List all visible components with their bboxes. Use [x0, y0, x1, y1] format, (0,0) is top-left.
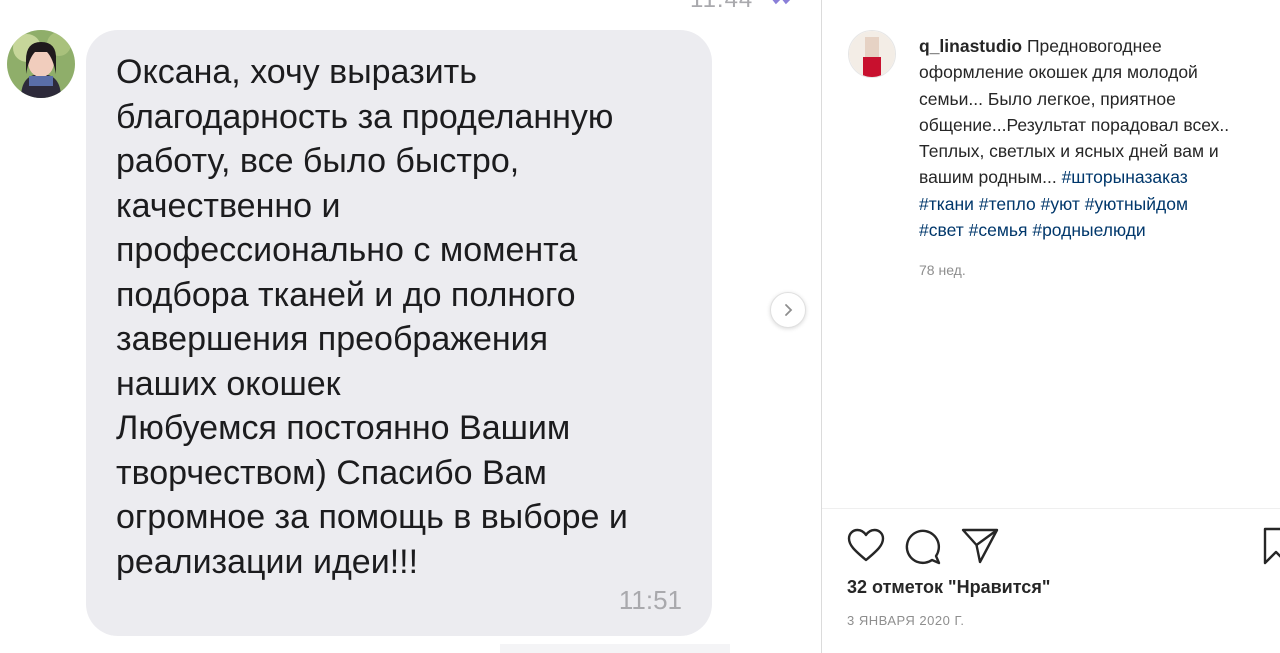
- heart-icon: [847, 528, 885, 562]
- next-slide-button[interactable]: [770, 292, 806, 328]
- message-time: 11:51: [618, 585, 682, 615]
- caption-text: Теплых, светлых и ясных дней вам и: [919, 141, 1219, 162]
- read-receipt-icon: [772, 0, 791, 5]
- share-icon: [961, 528, 999, 564]
- message-line: завершения преображения: [116, 320, 549, 358]
- comment-button[interactable]: [903, 526, 943, 566]
- hashtag-link[interactable]: #тепло: [979, 194, 1036, 214]
- post-date: 3 ЯНВАРЯ 2020 Г.: [847, 613, 965, 628]
- hashtag-link[interactable]: #ткани: [919, 194, 974, 214]
- hashtag-link[interactable]: #свет: [919, 220, 964, 240]
- sender-avatar: [7, 30, 75, 98]
- message-line: Любуемся постоянно Вашим: [116, 409, 571, 447]
- hashtag-link[interactable]: #семья: [969, 220, 1028, 240]
- share-button[interactable]: [960, 526, 1000, 566]
- message-bubble: Оксана, хочу выразить благодарность за п…: [86, 30, 712, 636]
- hashtag-link[interactable]: #шторыназаказ: [1062, 167, 1188, 187]
- comment-icon: [905, 529, 941, 565]
- previous-message-time: 11:44: [690, 0, 753, 14]
- save-button[interactable]: [1256, 526, 1280, 566]
- message-line: профессионально с момента: [116, 231, 578, 269]
- caption-text: Предновогоднее: [1026, 36, 1162, 56]
- hashtag-link[interactable]: #уют: [1041, 194, 1080, 214]
- likes-count[interactable]: 32 отметок "Нравится": [847, 577, 1050, 598]
- chat-screenshot: 11:44 Оксана, хочу выразить благодарност…: [0, 0, 820, 653]
- message-line: подбора тканей и до полного: [116, 275, 576, 314]
- message-line: наших окошек: [116, 364, 341, 403]
- profile-avatar[interactable]: [848, 30, 896, 78]
- message-line: реализации идеи!!!: [116, 542, 419, 581]
- bookmark-icon: [1263, 527, 1280, 565]
- hashtag-link[interactable]: #родныелюди: [1032, 220, 1145, 240]
- post-age[interactable]: 78 нед.: [919, 262, 966, 278]
- message-text: Оксана, хочу выразить благодарность за п…: [116, 50, 692, 584]
- message-line: работу, все было быстро,: [116, 142, 520, 180]
- chevron-right-icon: [785, 304, 793, 316]
- like-button[interactable]: [846, 526, 886, 566]
- message-line: огромное за помощь в выборе и: [116, 498, 628, 536]
- message-line: Оксана, хочу выразить: [116, 53, 477, 91]
- caption-text: семьи... Было легкое, приятное: [919, 88, 1176, 109]
- caption-text: общение...Результат порадовал всех..: [919, 114, 1230, 135]
- message-line: творчеством) Спасибо Вам: [116, 453, 547, 492]
- message-line: качественно и: [116, 186, 341, 225]
- message-line: благодарность за проделанную: [116, 97, 614, 136]
- caption-text: вашим родным...: [919, 167, 1062, 188]
- hashtag-link[interactable]: #уютныйдом: [1085, 194, 1188, 214]
- post-side-panel: q_linastudio Предновогоднее оформление о…: [821, 0, 1280, 653]
- caption-text: оформление окошек для молодой: [919, 62, 1198, 83]
- username-link[interactable]: q_linastudio: [919, 36, 1022, 56]
- bottom-strip: [500, 644, 730, 653]
- post-caption: q_linastudio Предновогоднее оформление о…: [919, 33, 1269, 243]
- divider: [822, 508, 1280, 509]
